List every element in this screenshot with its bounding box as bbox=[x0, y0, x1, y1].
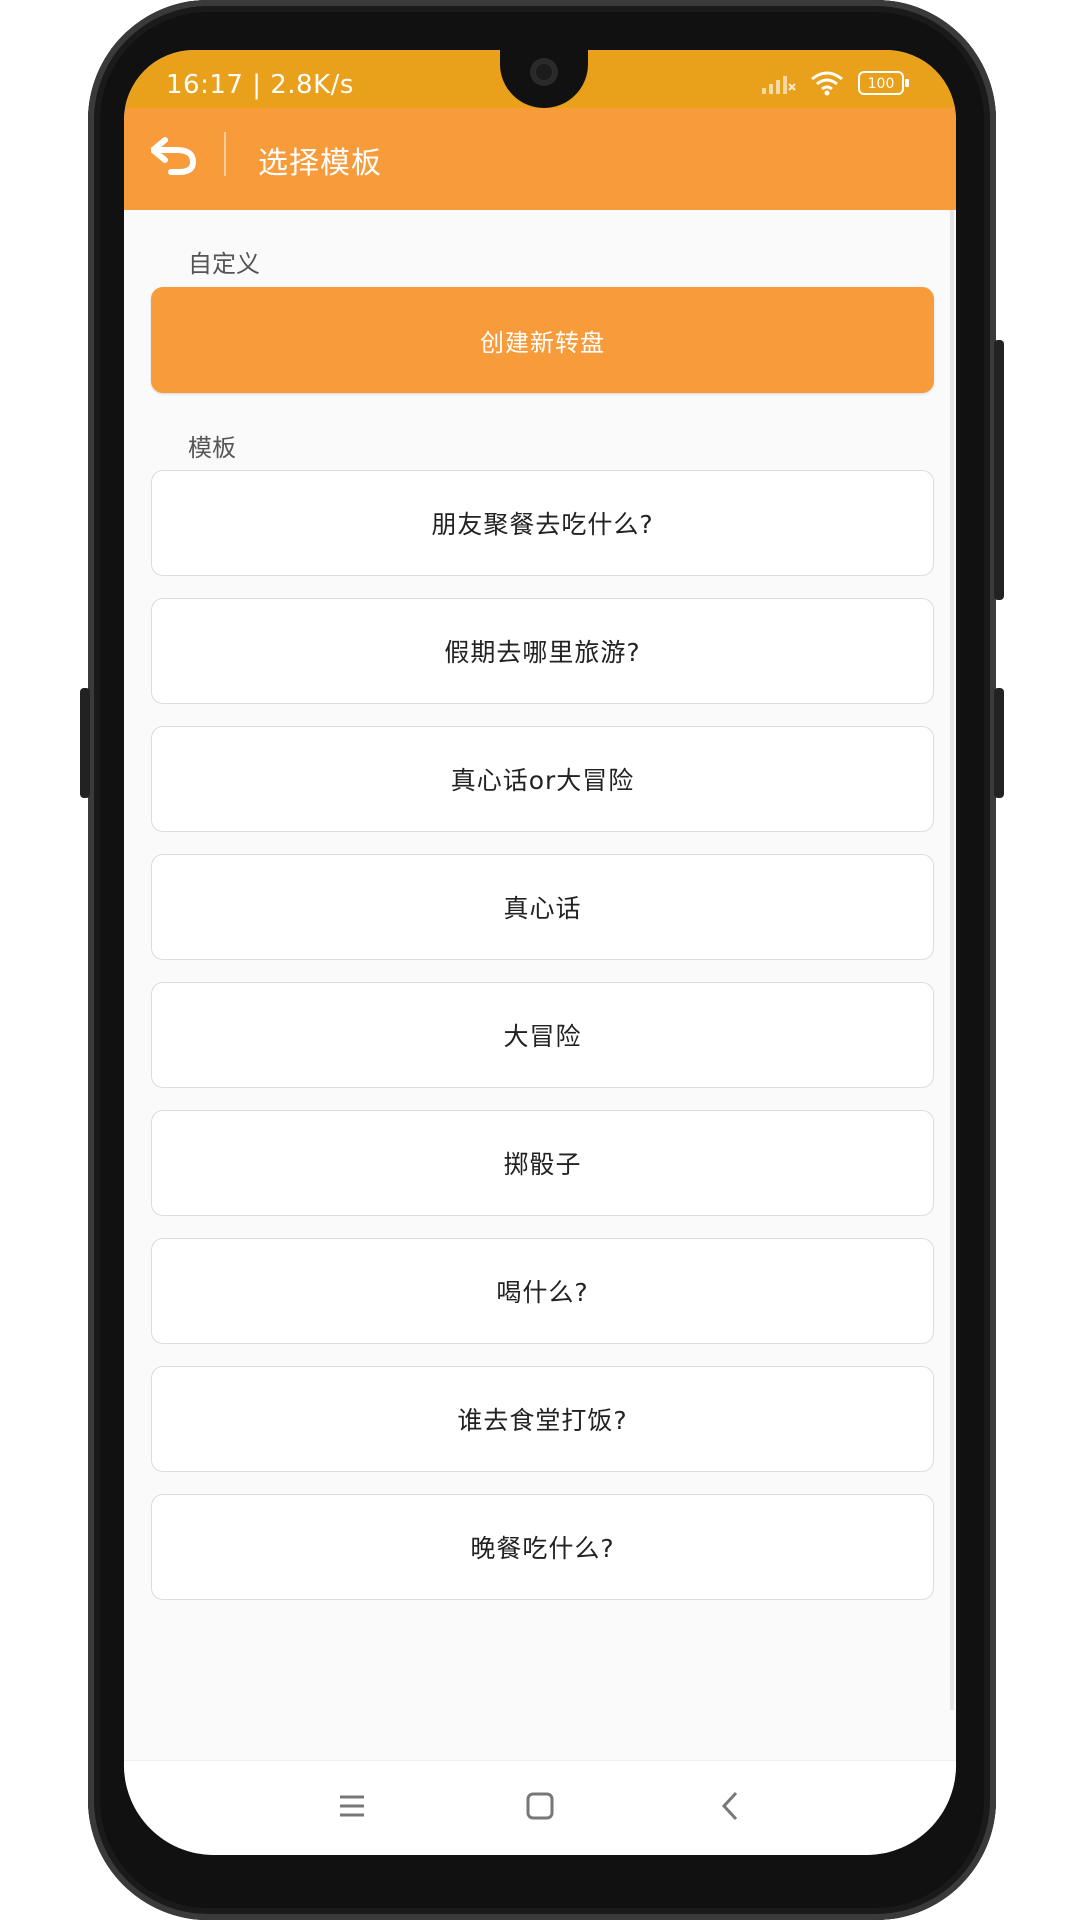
signal-icon bbox=[762, 72, 796, 94]
nav-home-button[interactable] bbox=[510, 1781, 570, 1835]
undo-arrow-icon bbox=[150, 136, 197, 180]
template-item[interactable]: 谁去食堂打饭? bbox=[151, 1366, 934, 1472]
status-time: 16:17 | 2.8K/s bbox=[166, 70, 354, 100]
template-item[interactable]: 真心话 bbox=[151, 854, 934, 960]
wifi-icon bbox=[810, 70, 844, 96]
appbar-divider bbox=[224, 132, 226, 176]
back-button[interactable] bbox=[144, 128, 204, 188]
stage: 16:17 | 2.8K/s 100 选择模板 自定义 创建新转盘 模板 朋友聚… bbox=[0, 0, 1080, 1920]
page-title: 选择模板 bbox=[258, 146, 382, 181]
content-area: 自定义 创建新转盘 模板 朋友聚餐去吃什么? 假期去哪里旅游? 真心话or大冒险… bbox=[124, 210, 956, 1810]
nav-back-button[interactable] bbox=[700, 1781, 760, 1835]
side-button-power bbox=[994, 688, 1004, 798]
template-item[interactable]: 晚餐吃什么? bbox=[151, 1494, 934, 1600]
template-item[interactable]: 喝什么? bbox=[151, 1238, 934, 1344]
template-item[interactable]: 真心话or大冒险 bbox=[151, 726, 934, 832]
home-square-icon bbox=[526, 1792, 554, 1824]
nav-menu-button[interactable] bbox=[322, 1781, 382, 1835]
template-item[interactable]: 朋友聚餐去吃什么? bbox=[151, 470, 934, 576]
app-bar: 选择模板 bbox=[124, 108, 956, 210]
status-bar: 16:17 | 2.8K/s 100 bbox=[124, 50, 956, 108]
side-button-left bbox=[80, 688, 90, 798]
camera-icon bbox=[530, 58, 558, 86]
chevron-left-icon bbox=[720, 1791, 740, 1825]
battery-icon: 100 bbox=[858, 71, 910, 95]
section-label-custom: 自定义 bbox=[188, 250, 260, 278]
notch bbox=[500, 50, 588, 108]
status-icons: 100 bbox=[762, 68, 910, 98]
template-item[interactable]: 掷骰子 bbox=[151, 1110, 934, 1216]
system-nav-bar bbox=[124, 1760, 956, 1855]
create-wheel-button[interactable]: 创建新转盘 bbox=[151, 287, 934, 393]
scrollbar[interactable] bbox=[950, 210, 954, 1710]
menu-icon bbox=[338, 1794, 366, 1822]
battery-level: 100 bbox=[868, 76, 895, 92]
template-item[interactable]: 大冒险 bbox=[151, 982, 934, 1088]
section-label-templates: 模板 bbox=[188, 434, 236, 462]
template-item[interactable]: 假期去哪里旅游? bbox=[151, 598, 934, 704]
side-button-volume bbox=[994, 340, 1004, 600]
phone-screen: 16:17 | 2.8K/s 100 选择模板 自定义 创建新转盘 模板 朋友聚… bbox=[124, 50, 956, 1855]
